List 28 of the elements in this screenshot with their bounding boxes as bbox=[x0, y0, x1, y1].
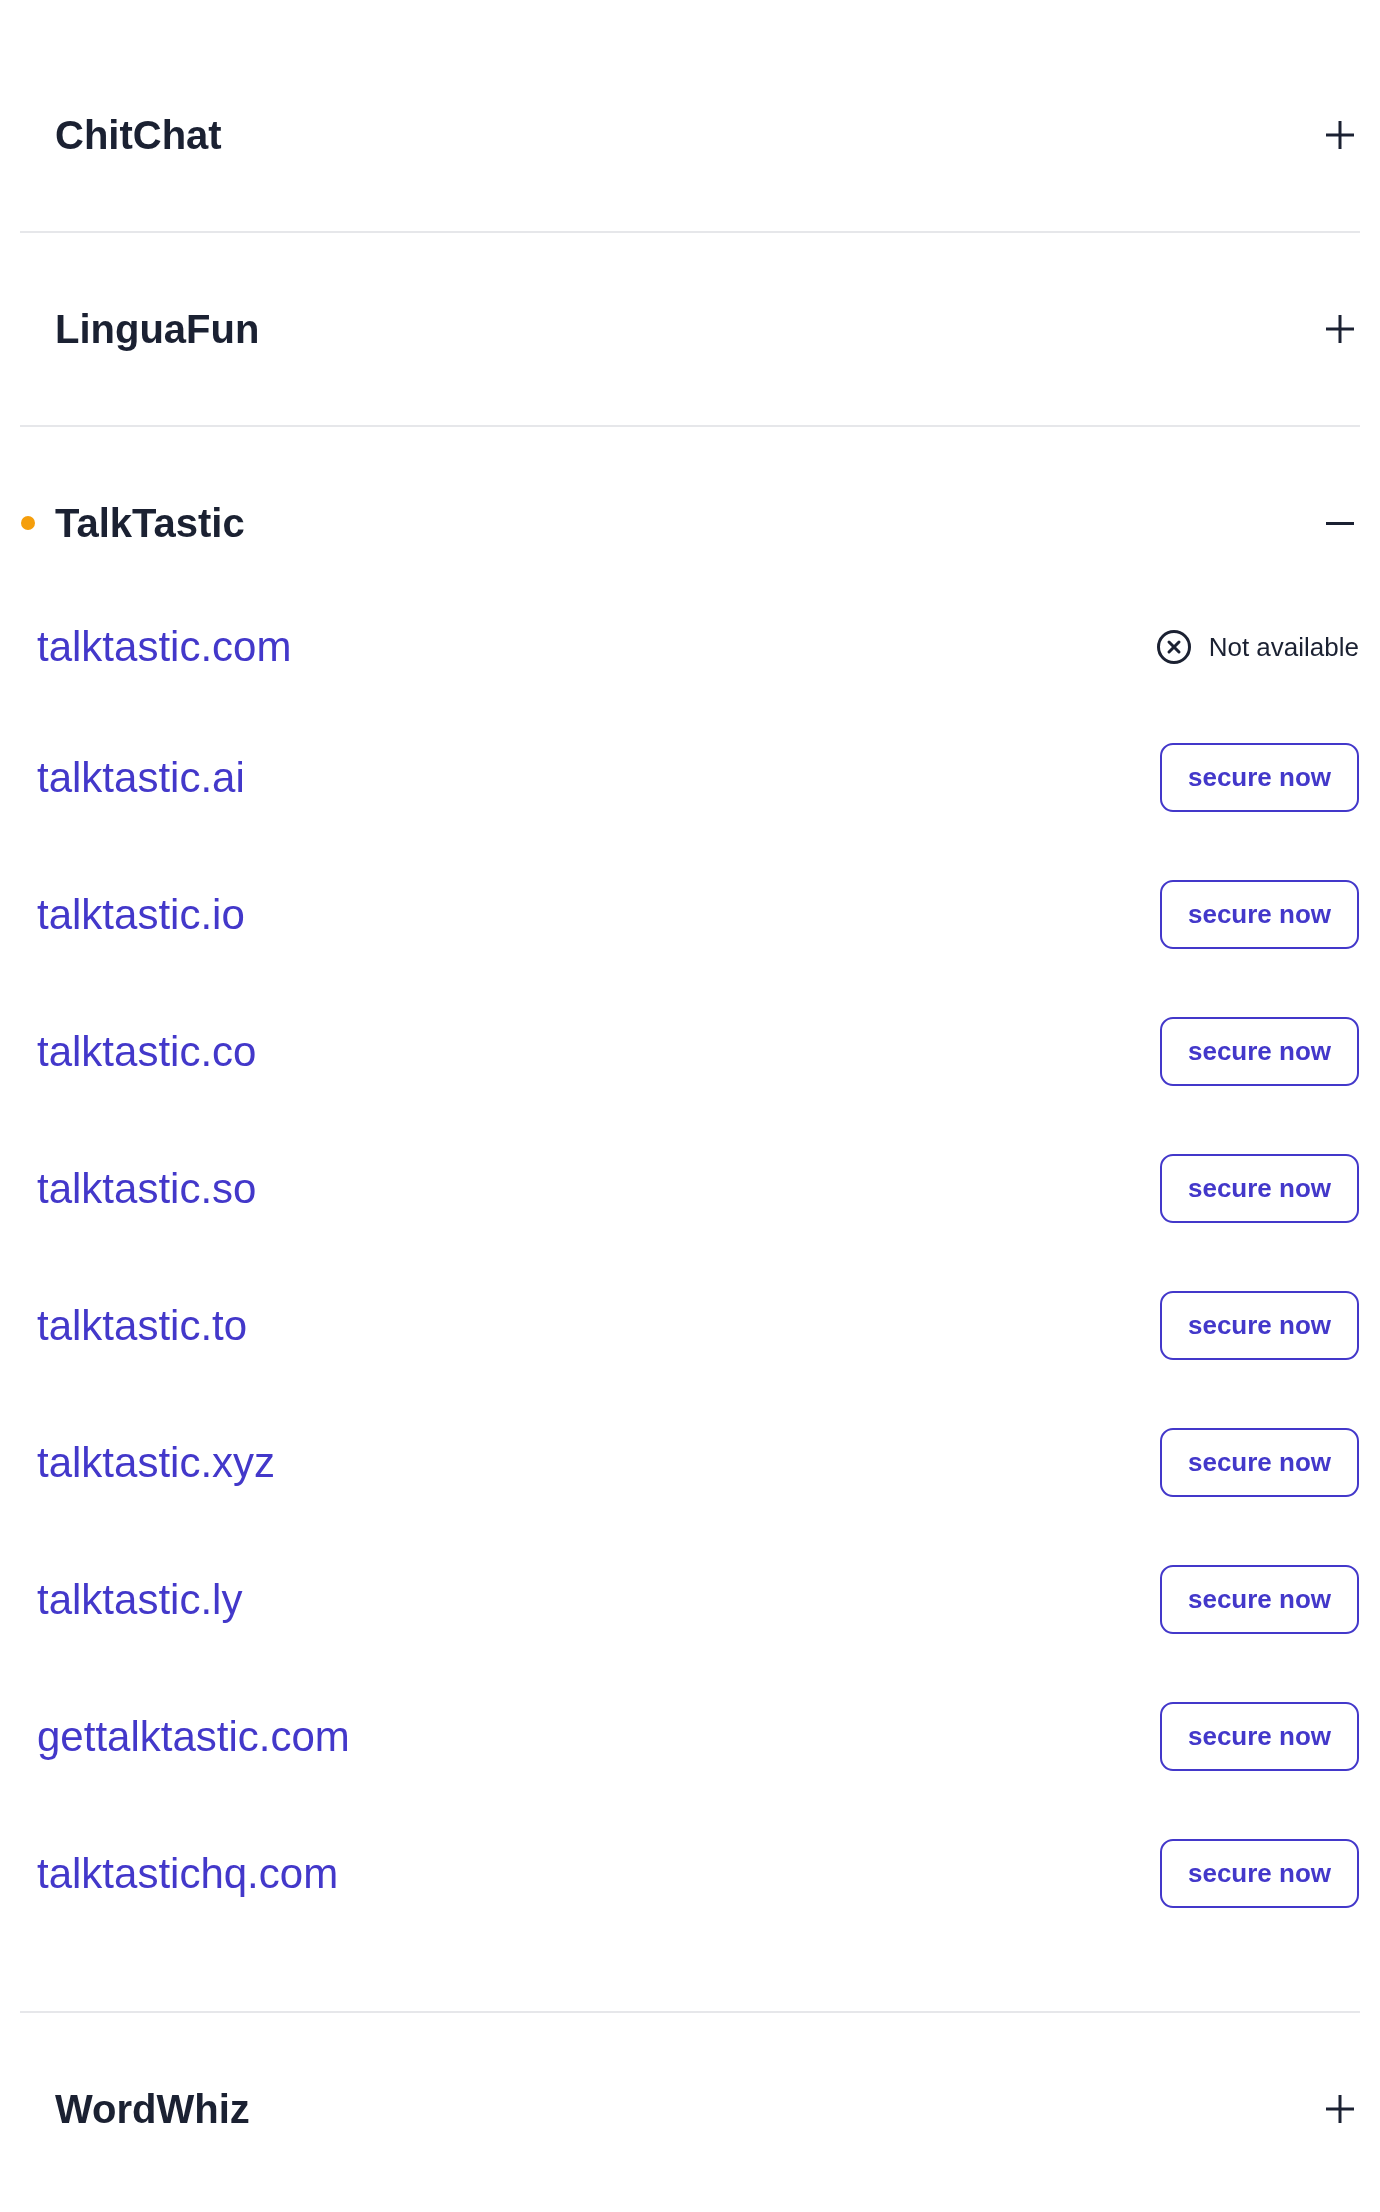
secure-now-button[interactable]: secure now bbox=[1160, 743, 1359, 812]
secure-now-button[interactable]: secure now bbox=[1160, 1839, 1359, 1908]
domain-link[interactable]: talktastic.io bbox=[37, 890, 245, 939]
domain-link[interactable]: talktastic.ai bbox=[37, 753, 245, 802]
domain-link[interactable]: talktastic.co bbox=[37, 1027, 257, 1076]
domain-link[interactable]: talktastic.ly bbox=[37, 1575, 243, 1624]
domain-link[interactable]: gettalktastic.com bbox=[37, 1712, 350, 1761]
section-title[interactable]: WordWhiz bbox=[55, 2086, 250, 2132]
secure-now-button[interactable]: secure now bbox=[1160, 1291, 1359, 1360]
domain-link[interactable]: talktastic.so bbox=[37, 1164, 257, 1213]
secure-now-button[interactable]: secure now bbox=[1160, 1702, 1359, 1771]
plus-icon[interactable] bbox=[1326, 121, 1354, 149]
secure-now-button[interactable]: secure now bbox=[1160, 880, 1359, 949]
domain-link[interactable]: talktastic.to bbox=[37, 1301, 248, 1350]
secure-now-button[interactable]: secure now bbox=[1160, 1017, 1359, 1086]
availability-status: Not available bbox=[1208, 631, 1359, 663]
minus-icon[interactable] bbox=[1326, 521, 1354, 525]
section-title[interactable]: LinguaFun bbox=[55, 306, 260, 352]
domain-link[interactable]: talktastic.com bbox=[37, 623, 292, 671]
plus-icon[interactable] bbox=[1326, 315, 1354, 343]
secure-now-button[interactable]: secure now bbox=[1160, 1154, 1359, 1223]
secure-now-button[interactable]: secure now bbox=[1160, 1565, 1359, 1634]
domain-link[interactable]: talktastic.xyz bbox=[37, 1438, 276, 1487]
plus-icon[interactable] bbox=[1326, 2095, 1354, 2123]
section-title[interactable]: ChitChat bbox=[55, 112, 222, 158]
section-title[interactable]: TalkTastic bbox=[55, 500, 245, 546]
domain-link[interactable]: talktastichq.com bbox=[37, 1849, 339, 1898]
secure-now-button[interactable]: secure now bbox=[1160, 1428, 1359, 1497]
